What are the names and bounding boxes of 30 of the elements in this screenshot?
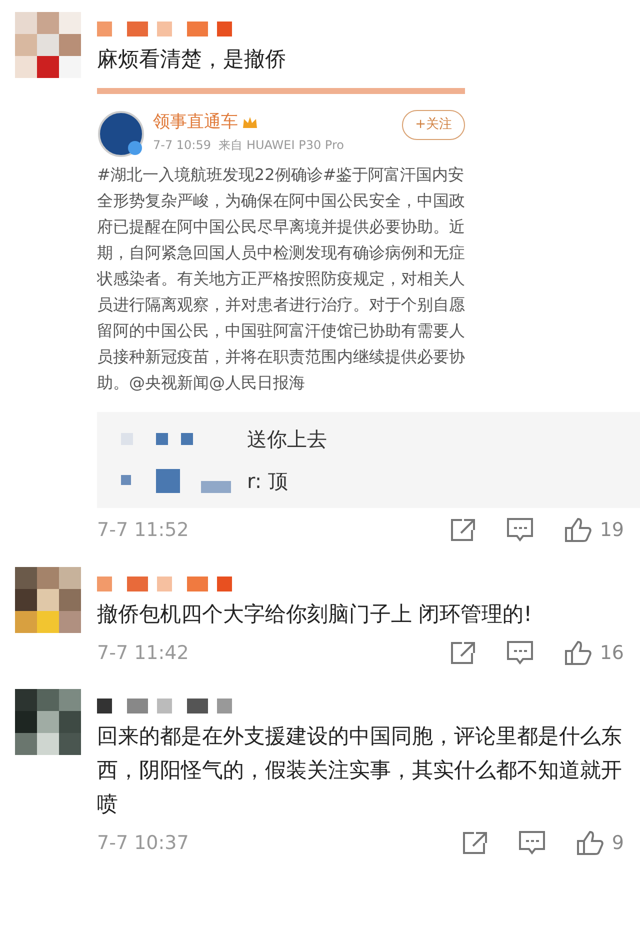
comment-text: 麻烦看清楚，是撤侨 xyxy=(97,46,287,73)
account-avatar xyxy=(97,110,145,158)
comment-time: 7-7 10:37 xyxy=(97,831,190,856)
pixelated-username xyxy=(121,433,193,445)
reply-text: 送你上去 xyxy=(247,426,327,453)
thumbs-up-icon[interactable] xyxy=(564,517,592,544)
post-meta: 7-7 10:59 来自 HUAWEI P30 Pro xyxy=(153,136,345,154)
like-count: 9 xyxy=(612,831,624,856)
account-name: 领事直通车 xyxy=(153,111,238,134)
comment-icon[interactable] xyxy=(518,830,546,856)
comment-text: 回来的都是在外支援建设的中国同胞，评论里都是什么东西，阴阳怪气的，假装关注实事，其实什么都不知道就开喷 xyxy=(97,723,623,818)
thumbs-up-icon[interactable] xyxy=(564,640,592,666)
comment-time: 7-7 11:42 xyxy=(97,640,190,666)
pixelated-avatar xyxy=(15,12,81,78)
follow-button[interactable]: +关注 xyxy=(402,110,465,140)
reply-text: r: 顶 xyxy=(247,468,288,495)
comment-icon[interactable] xyxy=(506,517,534,544)
thumbs-up-icon[interactable] xyxy=(576,830,604,856)
comment-icon[interactable] xyxy=(506,640,534,666)
share-icon[interactable] xyxy=(462,831,488,856)
comment-text: 撤侨包机四个大字给你刻脑门子上 闭环管理的! xyxy=(97,600,534,628)
post-body: #湖北一入境航班发现22例确诊#鉴于阿富汗国内安全形势复杂严峻，为确保在阿中国公民安全，中国政府已提醒在阿中国公民尽早离境并提供必要协助。近期，自阿紧急回国人员中检测发现有确诊病例和无症状感染者。有关地方正严格按照防疫规定，对相关人员进行隔离观察，并对患者进行治疗。对于个别自愿留阿的中国公民，中国驻阿富汗使馆已协助有需要人员接种新冠疫苗，并将在职责范围内继续提供必要协助。@央视新闻@人民日报海 xyxy=(97,164,465,394)
crown-icon xyxy=(242,116,258,130)
like-count: 16 xyxy=(600,640,624,666)
pixelated-avatar xyxy=(15,689,81,755)
share-icon[interactable] xyxy=(450,518,476,542)
like-count: 19 xyxy=(600,518,624,543)
comment-time: 7-7 11:52 xyxy=(97,518,190,543)
pixelated-avatar xyxy=(15,566,81,632)
share-icon[interactable] xyxy=(450,640,476,665)
